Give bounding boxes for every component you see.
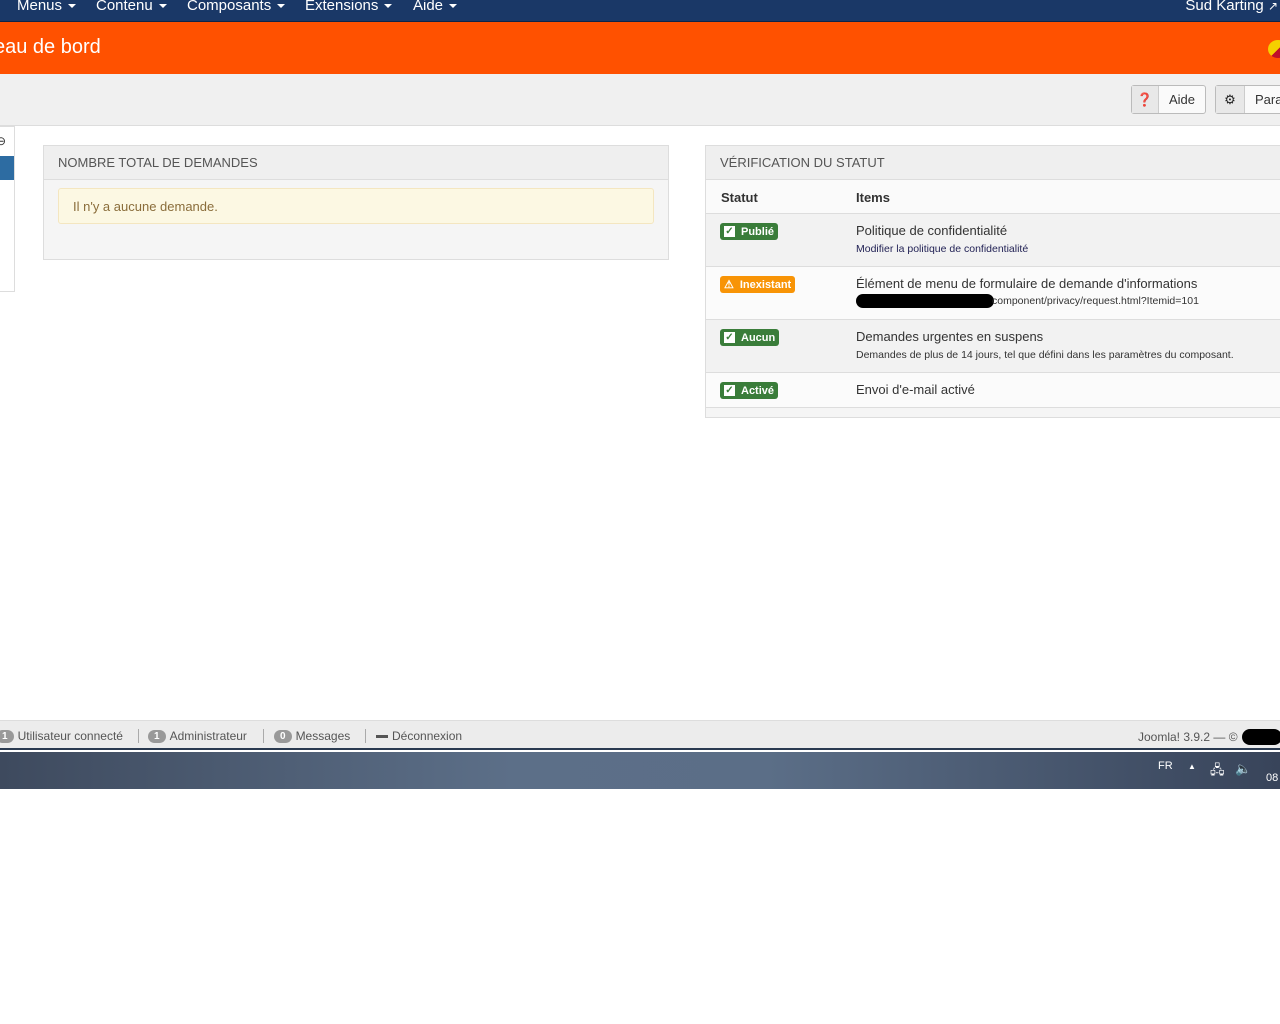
page-header: eau de bord	[0, 22, 1280, 74]
badge-label: Inexistant	[739, 278, 792, 291]
version-info: Joomla! 3.9.2 — ©	[1138, 729, 1280, 745]
messages-label: Messages	[295, 729, 351, 743]
menu-extensions[interactable]: Extensions	[305, 0, 393, 14]
total-requests-panel: Nombre total de demandes Il n'y a aucune…	[43, 145, 669, 260]
network-icon[interactable]: 🖧	[1210, 761, 1225, 783]
menu-label: Aide	[413, 0, 444, 14]
table-row: ✓ Aucun Demandes urgentes en suspens Dema…	[706, 320, 1280, 373]
minus-icon	[376, 734, 388, 738]
menu-contenu[interactable]: Contenu	[96, 0, 167, 14]
page-title: eau de bord	[0, 36, 101, 58]
warning-icon: ⚠	[724, 279, 734, 291]
status-badge: ⚠ Inexistant	[720, 276, 796, 293]
checkbox-icon: ✓	[724, 385, 735, 396]
panel-title: Nombre total de demandes	[44, 146, 668, 180]
url-text: component/privacy/request.html?Itemid=10…	[992, 294, 1199, 307]
table-row: ✓ Activé Envoi d'e-mail activé	[706, 373, 1280, 408]
row-title: Politique de confidentialité	[856, 223, 1008, 238]
toolbar: ❓ Aide ⚙ Para	[0, 74, 1280, 126]
tray-expand-icon[interactable]: ▲	[1188, 762, 1196, 771]
column-items: Items	[856, 190, 890, 205]
row-title: Demandes urgentes en suspens	[856, 329, 1044, 344]
table-header: Statut Items	[706, 180, 1280, 214]
joomla-logo	[1268, 40, 1280, 58]
users-label: Utilisateur connecté	[17, 729, 123, 743]
menu-label: Composants	[187, 0, 272, 14]
menu-menus[interactable]: Menus	[17, 0, 77, 14]
windows-taskbar: FR ▲ 🖧 🔈 08	[0, 752, 1280, 789]
divider	[138, 729, 139, 743]
status-check-panel: Vérification du statut Statut Items ✓ Pub…	[705, 145, 1280, 418]
divider	[263, 729, 264, 743]
divider	[365, 729, 366, 743]
top-navbar: Menus Contenu Composants Extensions Aide…	[0, 0, 1280, 22]
external-link-icon: ↗	[1267, 0, 1278, 13]
row-title: Envoi d'e-mail activé	[856, 382, 975, 397]
menu-label: Menus	[17, 0, 63, 14]
caret-down-icon	[449, 4, 458, 9]
admin-label: Administrateur	[169, 729, 247, 743]
logout-label: Déconnexion	[392, 729, 463, 743]
menu-aide[interactable]: Aide	[413, 0, 458, 14]
help-label: Aide	[1168, 92, 1195, 107]
redaction	[856, 294, 994, 308]
language-indicator[interactable]: FR	[1158, 760, 1173, 772]
badge-label: Aucun	[741, 331, 776, 344]
users-count: 1	[0, 729, 14, 743]
status-badge: ✓ Activé	[720, 382, 779, 399]
sidebar-item-active[interactable]	[0, 156, 14, 180]
version-text: Joomla! 3.9.2 — ©	[1138, 730, 1238, 744]
caret-down-icon	[158, 4, 167, 9]
site-link[interactable]: Sud Karting ↗	[1185, 0, 1278, 14]
row-title: Élément de menu de formulaire de demande…	[856, 276, 1198, 291]
checkbox-icon: ✓	[724, 332, 735, 343]
question-icon: ❓	[1132, 86, 1159, 113]
logged-users[interactable]: 1 Utilisateur connecté	[0, 729, 123, 743]
caret-down-icon	[68, 4, 77, 9]
request-url: component/privacy/request.html?Itemid=10…	[856, 294, 1199, 308]
caret-down-icon	[277, 4, 286, 9]
no-requests-alert: Il n'y a aucune demande.	[58, 188, 654, 224]
messages-link[interactable]: 0 Messages	[274, 729, 350, 743]
checkbox-icon: ✓	[724, 226, 735, 237]
help-button[interactable]: ❓ Aide	[1131, 85, 1206, 114]
messages-count: 0	[274, 729, 292, 743]
admin-users[interactable]: 1 Administrateur	[148, 729, 247, 743]
edit-policy-link[interactable]: Modifier la politique de confidentialité	[856, 243, 1028, 255]
logout-link[interactable]: Déconnexion	[376, 729, 462, 743]
site-name: Sud Karting	[1185, 0, 1264, 14]
table-row: ⚠ Inexistant Élément de menu de formulair…	[706, 267, 1280, 320]
menu-label: Contenu	[96, 0, 153, 14]
volume-icon[interactable]: 🔈	[1235, 761, 1251, 777]
options-label: Para	[1255, 92, 1280, 107]
options-button[interactable]: ⚙ Para	[1215, 85, 1280, 114]
badge-label: Activé	[741, 384, 775, 397]
redaction	[1241, 729, 1280, 745]
sidebar: ⊖	[0, 126, 15, 292]
sidebar-toggle-icon[interactable]: ⊖	[0, 134, 6, 148]
status-badge: ✓ Publié	[720, 223, 779, 240]
admin-count: 1	[148, 729, 166, 743]
row-subtitle: Demandes de plus de 14 jours, tel que dé…	[856, 349, 1234, 361]
menu-label: Extensions	[305, 0, 379, 14]
panel-title: Vérification du statut	[706, 146, 1280, 180]
menu-composants[interactable]: Composants	[187, 0, 286, 14]
caret-down-icon	[384, 4, 393, 9]
gear-icon: ⚙	[1216, 86, 1245, 113]
table-row: ✓ Publié Politique de confidentialité Mod…	[706, 214, 1280, 267]
status-bar: 1 Utilisateur connecté 1 Administrateur 0M…	[0, 720, 1280, 750]
status-badge: ✓ Aucun	[720, 329, 780, 346]
column-status: Statut	[721, 190, 758, 205]
clock[interactable]: 08	[1266, 772, 1278, 784]
badge-label: Publié	[741, 225, 775, 238]
